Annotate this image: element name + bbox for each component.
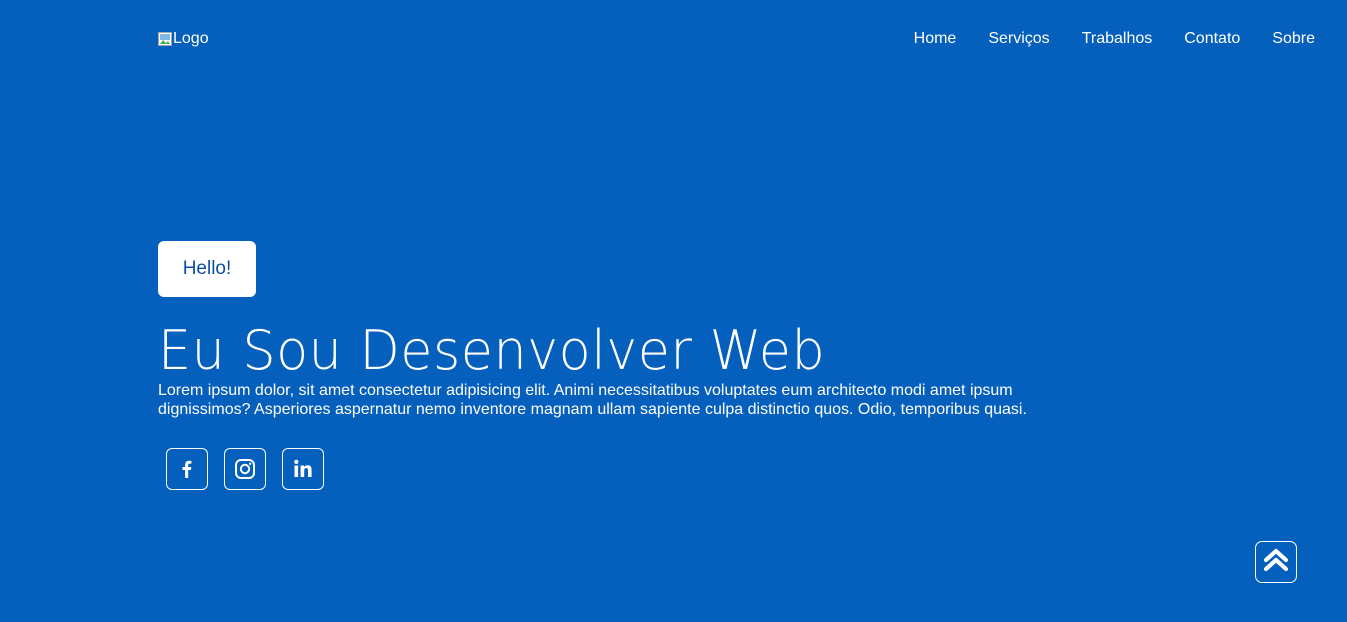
linkedin-icon: [292, 458, 314, 480]
nav-home[interactable]: Home: [914, 30, 957, 48]
main-nav: Home Serviços Trabalhos Contato Sobre: [914, 30, 1315, 48]
facebook-icon: [177, 459, 197, 479]
instagram-link[interactable]: [224, 448, 266, 490]
hello-badge[interactable]: Hello!: [158, 241, 256, 297]
nav-trabalhos[interactable]: Trabalhos: [1082, 30, 1153, 48]
nav-sobre[interactable]: Sobre: [1272, 30, 1315, 48]
linkedin-link[interactable]: [282, 448, 324, 490]
hero-title: Eu Sou Desenvolver Web: [158, 319, 826, 382]
site-header: Logo Home Serviços Trabalhos Contato Sob…: [0, 0, 1347, 80]
logo[interactable]: Logo: [158, 30, 209, 48]
hero-section: Hello! Eu Sou Desenvolver Web Lorem ipsu…: [158, 241, 1118, 490]
double-chevron-up-icon: [1263, 547, 1289, 578]
facebook-link[interactable]: [166, 448, 208, 490]
instagram-icon: [234, 458, 256, 480]
nav-servicos[interactable]: Serviços: [988, 30, 1049, 48]
hero-description: Lorem ipsum dolor, sit amet consectetur …: [158, 382, 1027, 418]
scroll-to-top-button[interactable]: [1255, 541, 1297, 583]
broken-image-icon: [158, 32, 172, 46]
nav-contato[interactable]: Contato: [1184, 30, 1240, 48]
logo-alt-text: Logo: [173, 30, 209, 47]
social-links: [166, 448, 1118, 490]
